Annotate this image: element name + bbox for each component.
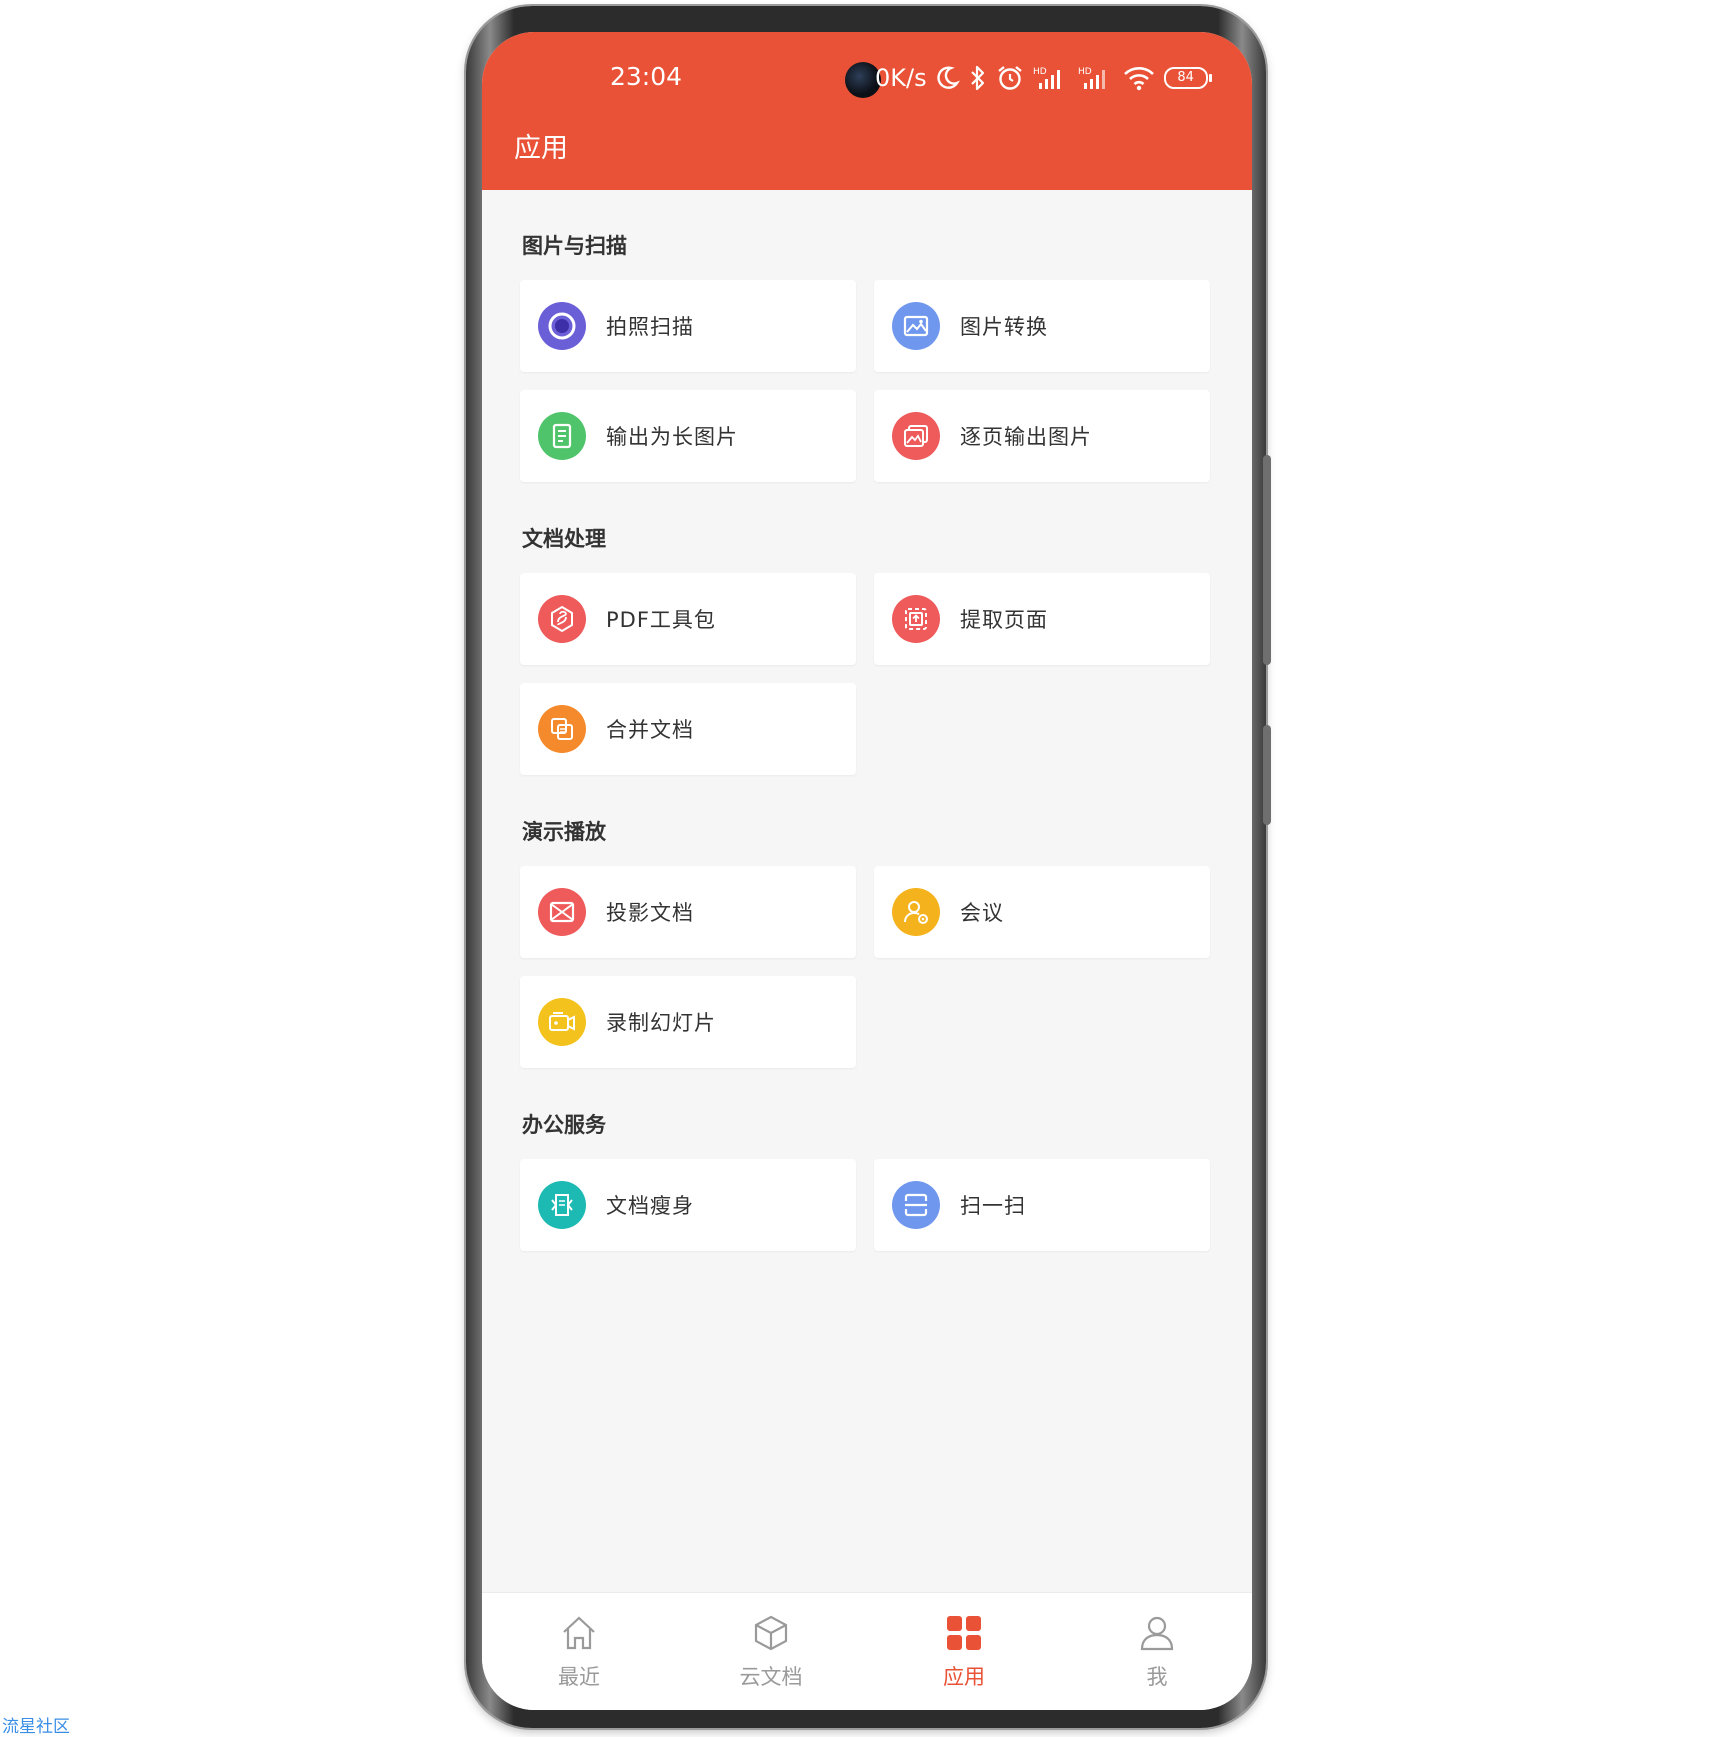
net-speed: 0K/s [875,64,927,92]
section-title-image-scan: 图片与扫描 [522,234,627,258]
volume-button [1263,455,1271,665]
merge-doc-icon [538,705,586,753]
item-projection[interactable]: 投影文档 [520,866,856,958]
wifi-icon [1123,65,1155,91]
section-title-presentation: 演示播放 [522,820,606,844]
home-icon [557,1611,601,1655]
doc-slim-icon [538,1181,586,1229]
alarm-icon [996,64,1024,92]
item-label: 合并文档 [606,718,694,742]
battery-icon: 84 [1163,67,1212,89]
hd-signal-icon: HD [1078,65,1114,91]
tab-label: 云文档 [739,1665,803,1689]
scan-code-icon [892,1181,940,1229]
item-label: 输出为长图片 [606,425,738,449]
apps-grid-icon [942,1611,986,1655]
item-record-slides[interactable]: 录制幻灯片 [520,976,856,1068]
header: 23:04 0K/s HD HD 84 应用 [482,32,1252,190]
item-image-convert[interactable]: 图片转换 [874,280,1210,372]
item-label: PDF工具包 [606,608,716,632]
cube-icon [749,1611,793,1655]
item-scan-code[interactable]: 扫一扫 [874,1159,1210,1251]
image-convert-icon [892,302,940,350]
item-label: 图片转换 [960,315,1048,339]
tab-me[interactable]: 我 [1097,1593,1217,1703]
item-label: 提取页面 [960,608,1048,632]
item-extract-page[interactable]: 提取页面 [874,573,1210,665]
tab-label: 最近 [558,1665,600,1689]
item-page-image[interactable]: 逐页输出图片 [874,390,1210,482]
bottom-tab-bar: 最近 云文档 应用 我 [482,1592,1252,1710]
item-merge-doc[interactable]: 合并文档 [520,683,856,775]
record-slides-icon [538,998,586,1046]
tab-recent[interactable]: 最近 [519,1593,639,1703]
bluetooth-icon [969,64,987,92]
camera-scan-icon [538,302,586,350]
item-label: 投影文档 [606,901,694,925]
tab-label: 我 [1146,1665,1168,1689]
page-image-icon [892,412,940,460]
item-label: 逐页输出图片 [960,425,1092,449]
item-photo-scan[interactable]: 拍照扫描 [520,280,856,372]
item-label: 扫一扫 [960,1194,1026,1218]
item-meeting[interactable]: 会议 [874,866,1210,958]
pdf-toolkit-icon [538,595,586,643]
moon-icon [936,65,960,91]
status-time: 23:04 [610,62,683,91]
hd-signal-icon: HD [1033,65,1069,91]
projection-icon [538,888,586,936]
item-long-image[interactable]: 输出为长图片 [520,390,856,482]
power-button [1263,725,1271,825]
status-icons: 0K/s HD HD 84 [875,58,1212,98]
section-title-office-service: 办公服务 [522,1113,606,1137]
section-title-doc-processing: 文档处理 [522,527,606,551]
tab-label: 应用 [943,1665,985,1689]
watermark-text: 流星社区 [2,1717,70,1737]
item-label: 录制幻灯片 [606,1011,716,1035]
item-label: 会议 [960,901,1004,925]
tab-cloud-docs[interactable]: 云文档 [711,1593,831,1703]
extract-page-icon [892,595,940,643]
meeting-icon [892,888,940,936]
svg-text:HD: HD [1078,67,1092,77]
phone-screen: 23:04 0K/s HD HD 84 应用 图片与扫描 拍照扫描 图片转换 输… [482,32,1252,1710]
item-label: 拍照扫描 [606,315,694,339]
user-icon [1135,1611,1179,1655]
tab-apps[interactable]: 应用 [904,1593,1024,1703]
page-title: 应用 [514,133,568,164]
svg-text:HD: HD [1033,67,1047,77]
item-doc-slim[interactable]: 文档瘦身 [520,1159,856,1251]
item-pdf-toolkit[interactable]: PDF工具包 [520,573,856,665]
long-image-icon [538,412,586,460]
item-label: 文档瘦身 [606,1194,694,1218]
